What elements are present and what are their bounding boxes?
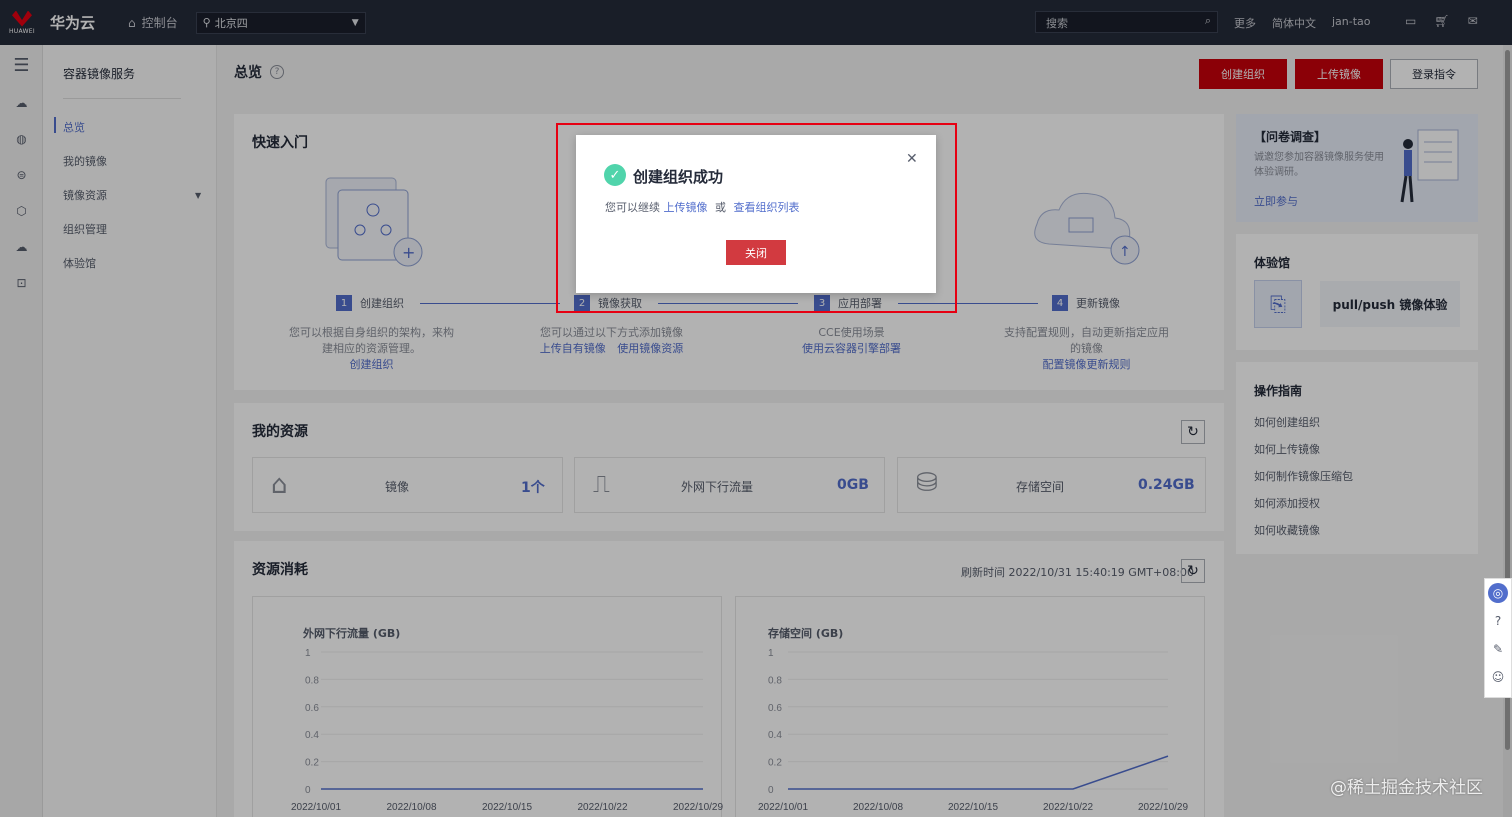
highlight-frame <box>556 123 957 313</box>
help-icon[interactable]: ? <box>1485 607 1511 635</box>
customer-service-icon[interactable]: ◎ <box>1485 579 1511 607</box>
watermark: @稀土掘金技术社区 <box>1330 778 1483 798</box>
feedback-icon[interactable]: ☺ <box>1485 663 1511 691</box>
edit-icon[interactable]: ✎ <box>1485 635 1511 663</box>
floating-toolbar: ◎ ? ✎ ☺ <box>1484 578 1512 698</box>
